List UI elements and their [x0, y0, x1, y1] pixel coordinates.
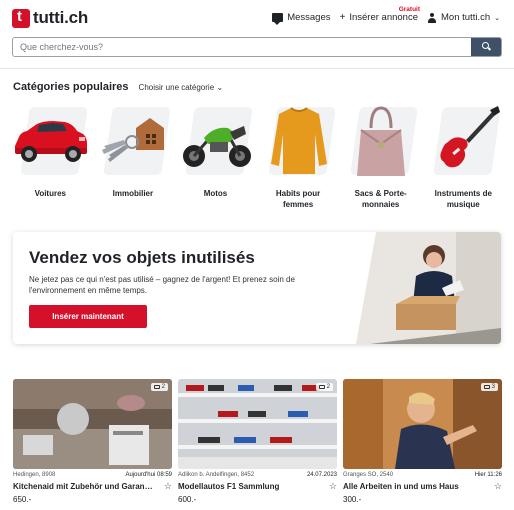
chevron-down-icon: ⌄ [494, 14, 500, 22]
banner-title: Vendez vos objets inutilisés [29, 248, 255, 267]
category-instruments[interactable]: Instruments de musique [422, 104, 505, 210]
photo-count-badge: 2 [315, 383, 333, 391]
category-list: Voitures Immobilier Motos Habits pour fe… [9, 104, 505, 210]
handbag-image [339, 104, 422, 180]
search-button[interactable] [471, 38, 501, 56]
listing-date: Hier 11:26 [474, 472, 502, 478]
category-label: Voitures [34, 189, 66, 198]
header: tutti.ch Messages + Insérer annonce Grat… [0, 0, 514, 36]
logo-text: tutti.ch [33, 8, 89, 27]
messages-label: Messages [287, 12, 331, 23]
category-label: Immobilier [112, 189, 154, 198]
category-label: Habits pour femmes [275, 189, 321, 209]
listing-title[interactable]: Alle Arbeiten in und ums Haus [343, 482, 459, 491]
category-label: Instruments de musique [434, 189, 492, 209]
listing-meta: Granges SO, 2540 Hier 11:26 [343, 472, 502, 478]
category-sacs[interactable]: Sacs & Porte-monnaies [339, 104, 422, 210]
listing-price: 650.- [13, 495, 32, 504]
insert-ad-link[interactable]: + Insérer annonce Gratuit [339, 6, 421, 23]
listing-date: Aujourd'hui 08:59 [125, 472, 172, 478]
top-nav: Messages + Insérer annonce Gratuit Mon t… [272, 6, 500, 25]
logo-icon [12, 8, 30, 28]
categories-title: Catégories populaires [13, 81, 129, 93]
category-immobilier[interactable]: Immobilier [92, 104, 175, 210]
listing-card[interactable]: 3 Granges SO, 2540 Hier 11:26 Alle Arbei… [343, 379, 502, 504]
listing-title-row: Modellautos F1 Sammlung ☆ [178, 481, 337, 492]
account-label: Mon tutti.ch [441, 12, 491, 23]
categories-header: Catégories populaires Choisir une catégo… [13, 81, 223, 93]
category-label: Sacs & Porte-monnaies [354, 189, 407, 209]
listing-title[interactable]: Kitchenaid mit Zubehör und Garantie ... [13, 482, 155, 491]
listing-price: 300.- [343, 495, 362, 504]
photo-count: 2 [161, 384, 165, 390]
listing-location: Hedingen, 8908 [13, 472, 56, 478]
messages-link[interactable]: Messages [272, 12, 331, 25]
choose-category-dropdown[interactable]: Choisir une catégorie [139, 83, 224, 92]
sell-banner: Vendez vos objets inutilisés Ne jetez pa… [13, 232, 501, 344]
listing-title-row: Alle Arbeiten in und ums Haus ☆ [343, 481, 502, 492]
free-badge: Gratuit [398, 6, 421, 13]
account-menu[interactable]: Mon tutti.ch ⌄ [427, 12, 500, 23]
banner-text: Ne jetez pas ce qui n'est pas utilisé – … [29, 275, 295, 295]
listing-title[interactable]: Modellautos F1 Sammlung [178, 482, 279, 491]
banner-photo [356, 232, 501, 344]
house-keys-image [92, 104, 175, 180]
category-voitures[interactable]: Voitures [9, 104, 92, 210]
photo-count-badge: 2 [150, 383, 168, 391]
listing-photo: 2 [13, 379, 172, 469]
category-label: Motos [203, 189, 228, 198]
favorite-star-icon[interactable]: ☆ [494, 481, 502, 492]
insert-now-button[interactable]: Insérer maintenant [29, 305, 147, 328]
listing-card[interactable]: 2 Hedingen, 8908 Aujourd'hui 08:59 Kitch… [13, 379, 172, 504]
photo-count: 3 [491, 384, 495, 390]
listing-title-row: Kitchenaid mit Zubehör und Garantie ... … [13, 481, 172, 492]
listing-price: 600.- [178, 495, 197, 504]
camera-icon [483, 385, 490, 389]
camera-icon [153, 385, 160, 389]
guitar-image [422, 104, 505, 180]
listing-date: 24.07.2023 [306, 472, 337, 478]
search-bar [12, 37, 502, 57]
camera-icon [318, 385, 325, 389]
listing-grid: 2 Hedingen, 8908 Aujourd'hui 08:59 Kitch… [13, 379, 503, 504]
listing-photo: 3 [343, 379, 502, 469]
listing-meta: Adlikon b. Andelfingen, 8452 24.07.2023 [178, 472, 337, 478]
listing-location: Adlikon b. Andelfingen, 8452 [178, 472, 255, 478]
category-habits-femmes[interactable]: Habits pour femmes [257, 104, 340, 210]
insert-ad-label: Insérer annonce [349, 12, 419, 23]
category-motos[interactable]: Motos [174, 104, 257, 210]
header-divider [0, 68, 514, 69]
search-icon [482, 42, 489, 49]
sweater-image [257, 104, 340, 180]
photo-count-badge: 3 [480, 383, 498, 391]
chat-icon [272, 13, 284, 25]
plus-icon: + [339, 11, 346, 23]
car-image [9, 104, 92, 180]
listing-meta: Hedingen, 8908 Aujourd'hui 08:59 [13, 472, 172, 478]
listing-card[interactable]: 2 Adlikon b. Andelfingen, 8452 24.07.202… [178, 379, 337, 504]
favorite-star-icon[interactable]: ☆ [164, 481, 172, 492]
photo-count: 2 [326, 384, 330, 390]
user-icon [427, 12, 437, 23]
motorcycle-image [174, 104, 257, 180]
listing-location: Granges SO, 2540 [343, 472, 394, 478]
tutti-logo[interactable]: tutti.ch [12, 8, 88, 28]
favorite-star-icon[interactable]: ☆ [329, 481, 337, 492]
listing-photo: 2 [178, 379, 337, 469]
search-input[interactable] [13, 38, 471, 56]
